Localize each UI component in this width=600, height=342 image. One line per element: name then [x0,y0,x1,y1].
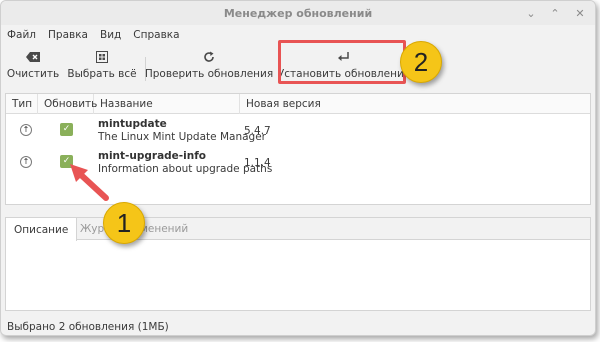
check-updates-label: Проверить обновления [144,68,274,80]
step-badge-1: 1 [103,202,145,244]
enter-icon [338,49,350,65]
menu-edit[interactable]: Правка [48,29,88,41]
update-manager-window: Менеджер обновлений ⌄ ⌃ ✕ Файл Правка Ви… [0,0,596,336]
clear-button[interactable]: Очистить [6,49,60,85]
clear-label: Очистить [6,68,60,80]
close-button[interactable]: ✕ [573,6,587,20]
table-row[interactable]: ↑ ✓ mintupdate The Linux Mint Update Man… [6,116,590,148]
select-all-icon [96,49,108,65]
refresh-icon [203,49,215,65]
status-text: Выбрано 2 обновления (1МБ) [7,321,169,333]
toolbar: Очистить Выбрать всё Проверить обновлени… [1,45,595,89]
select-all-label: Выбрать всё [67,68,137,80]
tab-description[interactable]: Описание [6,218,78,241]
table-header: Тип Обновить Название Новая версия [6,94,590,114]
menu-view[interactable]: Вид [100,29,121,41]
update-checkbox[interactable]: ✓ [60,155,73,168]
details-tabstrip: Описание Журнал изменений [6,218,590,241]
maximize-button[interactable]: ⌃ [548,6,562,20]
upgrade-arrow-icon: ↑ [20,156,32,168]
minimize-button[interactable]: ⌄ [524,6,538,20]
column-name[interactable]: Название [94,94,240,114]
update-checkbox[interactable]: ✓ [60,123,73,136]
column-new-version[interactable]: Новая версия [240,94,592,114]
menu-help[interactable]: Справка [133,29,179,41]
column-update[interactable]: Обновить [38,94,97,114]
upgrade-arrow-icon: ↑ [20,124,32,136]
install-updates-label: Установить обновления [277,68,411,80]
column-type[interactable]: Тип [6,94,38,114]
backspace-icon [26,49,40,65]
install-updates-button[interactable]: Установить обновления [278,49,410,85]
menu-bar: Файл Правка Вид Справка [1,25,595,45]
details-panel: Описание Журнал изменений [5,217,591,311]
package-version: 5.4.7 [244,125,271,137]
updates-table: Тип Обновить Название Новая версия ↑ ✓ m… [5,93,591,205]
check-updates-button[interactable]: Проверить обновления [145,49,273,85]
title-bar: Менеджер обновлений ⌄ ⌃ ✕ [1,1,595,25]
select-all-button[interactable]: Выбрать всё [67,49,137,85]
table-row[interactable]: ↑ ✓ mint-upgrade-info Information about … [6,148,590,180]
package-description: The Linux Mint Update Manager [98,131,266,143]
window-title: Менеджер обновлений [223,6,373,20]
step-badge-2: 2 [400,41,442,83]
package-cell: mintupdate The Linux Mint Update Manager [98,118,266,143]
menu-file[interactable]: Файл [7,29,36,41]
package-version: 1.1.4 [244,157,271,169]
package-name: mintupdate [98,118,167,130]
